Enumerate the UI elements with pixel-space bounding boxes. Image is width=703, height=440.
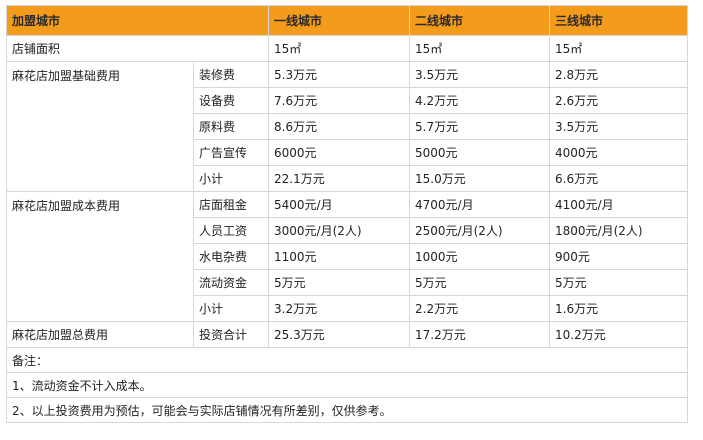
cell-tier2: 5000元 xyxy=(409,139,550,166)
cell-tier3: 10.2万元 xyxy=(549,321,688,348)
table-row: 麻花店加盟基础费用 装修费 5.3万元 3.5万元 2.8万元 xyxy=(6,61,688,192)
cell-tier1: 3000元/月(2人) xyxy=(268,217,410,244)
cell-tier2: 5万元 xyxy=(409,269,550,296)
table-row: 麻花店加盟总费用 投资合计 25.3万元 17.2万元 10.2万元 xyxy=(6,321,688,348)
cell-tier1: 5400元/月 xyxy=(268,191,410,218)
area-tier3: 15㎡ xyxy=(549,35,688,62)
note-line-1: 1、流动资金不计入成本。 xyxy=(6,372,688,398)
item-label: 设备费 xyxy=(193,87,269,114)
cell-tier1: 8.6万元 xyxy=(268,113,410,140)
header-row: 加盟城市 一线城市 二线城市 三线城市 xyxy=(6,5,688,36)
cell-tier1: 5万元 xyxy=(268,269,410,296)
franchise-cost-table: 加盟城市 一线城市 二线城市 三线城市 店铺面积 15㎡ 15㎡ 15㎡ 麻花店… xyxy=(6,5,688,423)
cell-tier1: 6000元 xyxy=(268,139,410,166)
cell-tier1: 5.3万元 xyxy=(268,61,410,88)
cell-tier2: 4.2万元 xyxy=(409,87,550,114)
note-line-2: 2、以上投资费用为预估，可能会与实际店铺情况有所差别，仅供参考。 xyxy=(6,397,688,423)
item-label: 小计 xyxy=(193,295,269,322)
note-row: 备注： xyxy=(6,347,688,373)
table-row: 麻花店加盟成本费用 店面租金 5400元/月 4700元/月 4100元/月 xyxy=(6,191,688,322)
cell-tier2: 5.7万元 xyxy=(409,113,550,140)
cell-tier2: 15.0万元 xyxy=(409,165,550,192)
item-label: 装修费 xyxy=(193,61,269,88)
item-label: 广告宣传 xyxy=(193,139,269,166)
item-label: 水电杂费 xyxy=(193,243,269,270)
item-label: 流动资金 xyxy=(193,269,269,296)
cell-tier3: 900元 xyxy=(549,243,688,270)
header-tier1: 一线城市 xyxy=(268,5,410,36)
cell-tier2: 4700元/月 xyxy=(409,191,550,218)
cell-tier1: 7.6万元 xyxy=(268,87,410,114)
cell-tier2: 3.5万元 xyxy=(409,61,550,88)
cell-tier2: 17.2万元 xyxy=(409,321,550,348)
cell-tier2: 2500元/月(2人) xyxy=(409,217,550,244)
cell-tier1: 25.3万元 xyxy=(268,321,410,348)
header-tier3: 三线城市 xyxy=(549,5,688,36)
header-tier2: 二线城市 xyxy=(409,5,550,36)
note-title: 备注： xyxy=(6,347,688,373)
area-tier2: 15㎡ xyxy=(409,35,550,62)
cell-tier3: 2.6万元 xyxy=(549,87,688,114)
cell-tier3: 3.5万元 xyxy=(549,113,688,140)
cell-tier3: 1800元/月(2人) xyxy=(549,217,688,244)
area-label: 店铺面积 xyxy=(6,35,269,62)
cell-tier3: 2.8万元 xyxy=(549,61,688,88)
group-label-basic: 麻花店加盟基础费用 xyxy=(6,61,194,192)
header-city: 加盟城市 xyxy=(6,5,269,36)
item-label: 店面租金 xyxy=(193,191,269,218)
note-row: 2、以上投资费用为预估，可能会与实际店铺情况有所差别，仅供参考。 xyxy=(6,397,688,423)
cell-tier3: 1.6万元 xyxy=(549,295,688,322)
cell-tier3: 5万元 xyxy=(549,269,688,296)
item-label: 原料费 xyxy=(193,113,269,140)
cell-tier2: 2.2万元 xyxy=(409,295,550,322)
cell-tier1: 1100元 xyxy=(268,243,410,270)
group-label-total: 麻花店加盟总费用 xyxy=(6,321,194,348)
cell-tier3: 4000元 xyxy=(549,139,688,166)
cell-tier1: 3.2万元 xyxy=(268,295,410,322)
cell-tier3: 4100元/月 xyxy=(549,191,688,218)
cell-tier2: 1000元 xyxy=(409,243,550,270)
item-label: 投资合计 xyxy=(193,321,269,348)
area-row: 店铺面积 15㎡ 15㎡ 15㎡ xyxy=(6,35,688,62)
item-label: 小计 xyxy=(193,165,269,192)
area-tier1: 15㎡ xyxy=(268,35,410,62)
group-label-cost: 麻花店加盟成本费用 xyxy=(6,191,194,322)
cell-tier1: 22.1万元 xyxy=(268,165,410,192)
note-row: 1、流动资金不计入成本。 xyxy=(6,372,688,398)
item-label: 人员工资 xyxy=(193,217,269,244)
cell-tier3: 6.6万元 xyxy=(549,165,688,192)
